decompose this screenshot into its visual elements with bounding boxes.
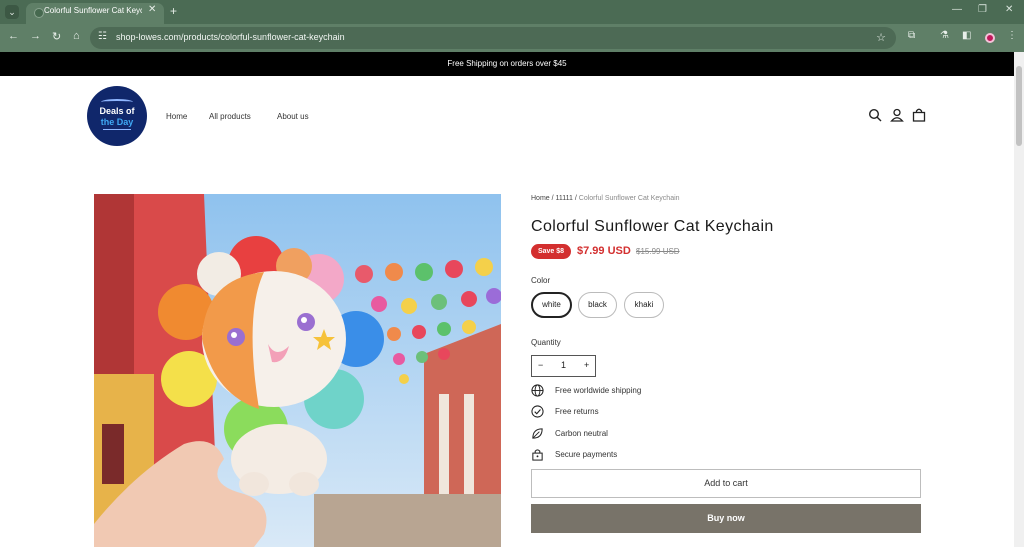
feature-text: Secure payments [555, 450, 618, 459]
side-panel-icon[interactable]: ◧ [962, 30, 971, 41]
logo-text-line1: Deals of [99, 106, 135, 116]
url-text[interactable]: shop-lowes.com/products/colorful-sunflow… [116, 32, 345, 42]
logo-underline [103, 129, 131, 130]
add-to-cart-button[interactable]: Add to cart [531, 469, 921, 498]
store-logo[interactable]: Deals of the Day [87, 86, 147, 146]
extensions-icon[interactable]: ⧉ [908, 30, 915, 41]
tab-search-icon[interactable]: ⌄ [5, 5, 19, 19]
feature-text: Carbon neutral [555, 429, 608, 438]
reload-icon[interactable]: ↻ [52, 30, 61, 43]
logo-swoosh [101, 99, 133, 105]
quantity-stepper: − 1 + [531, 355, 596, 377]
check-circle-icon [531, 405, 544, 418]
quantity-increase-button[interactable]: + [584, 360, 589, 370]
nav-all-products[interactable]: All products [209, 112, 251, 121]
nav-home[interactable]: Home [166, 112, 187, 121]
breadcrumb-home[interactable]: Home [531, 195, 550, 202]
cart-icon[interactable] [912, 108, 926, 122]
breadcrumb-collection[interactable]: 11111 [556, 195, 573, 202]
page-scrollbar[interactable] [1014, 52, 1024, 547]
forward-icon[interactable]: → [30, 30, 41, 42]
labs-icon[interactable]: ⚗ [940, 30, 949, 41]
profile-avatar[interactable] [985, 33, 995, 43]
globe-icon [531, 384, 544, 397]
logo-text-line2: the Day [100, 117, 134, 127]
leaf-icon [532, 428, 543, 439]
restore-icon[interactable]: ❐ [978, 4, 987, 15]
breadcrumb-current: Colorful Sunflower Cat Keychain [578, 195, 680, 202]
window-close-icon[interactable]: ✕ [1005, 4, 1013, 15]
minimize-icon[interactable]: — [952, 4, 962, 15]
buy-now-button[interactable]: Buy now [531, 504, 921, 533]
quantity-input[interactable]: 1 [561, 360, 566, 370]
color-option-khaki[interactable]: khaki [624, 292, 664, 318]
sale-badge: Save $8 [531, 244, 571, 259]
quantity-label: Quantity [531, 338, 561, 347]
product-title: Colorful Sunflower Cat Keychain [531, 218, 774, 235]
nav-about-us[interactable]: About us [277, 112, 309, 121]
color-option-black[interactable]: black [578, 292, 617, 318]
site-info-icon[interactable]: ☷ [98, 31, 107, 42]
tab-close-icon[interactable]: ✕ [148, 4, 156, 15]
product-image[interactable] [94, 194, 501, 547]
feature-text: Free worldwide shipping [555, 386, 642, 395]
product-price: $7.99 USD [577, 245, 631, 257]
color-label: Color [531, 276, 551, 285]
back-icon[interactable]: ← [8, 30, 19, 42]
lock-icon [532, 449, 543, 461]
address-bar[interactable]: ☷ shop-lowes.com/products/colorful-sunfl… [90, 27, 896, 49]
new-tab-icon[interactable]: + [170, 4, 177, 18]
breadcrumb: Home / 11111 / Colorful Sunflower Cat Ke… [531, 195, 680, 202]
announcement-bar: Free Shipping on orders over $45 [0, 52, 1014, 76]
tab-title: Colorful Sunflower Cat Keychain [44, 6, 142, 15]
browser-tab-bar: ⌄ Colorful Sunflower Cat Keychain ✕ + — … [0, 0, 1024, 24]
color-option-white[interactable]: white [531, 292, 572, 318]
home-icon[interactable]: ⌂ [73, 30, 80, 42]
compare-at-price: $15.99 USD [636, 247, 680, 256]
account-icon[interactable] [890, 108, 904, 122]
scrollbar-thumb[interactable] [1016, 66, 1022, 146]
bookmark-star-icon[interactable]: ☆ [876, 31, 886, 44]
product-photo [94, 194, 501, 547]
menu-icon[interactable]: ⋮ [1007, 30, 1017, 41]
favicon-icon [34, 8, 44, 18]
search-icon[interactable] [868, 108, 882, 122]
feature-text: Free returns [555, 407, 599, 416]
quantity-decrease-button[interactable]: − [538, 360, 543, 370]
browser-toolbar: ← → ↻ ⌂ ☷ shop-lowes.com/products/colorf… [0, 24, 1024, 52]
